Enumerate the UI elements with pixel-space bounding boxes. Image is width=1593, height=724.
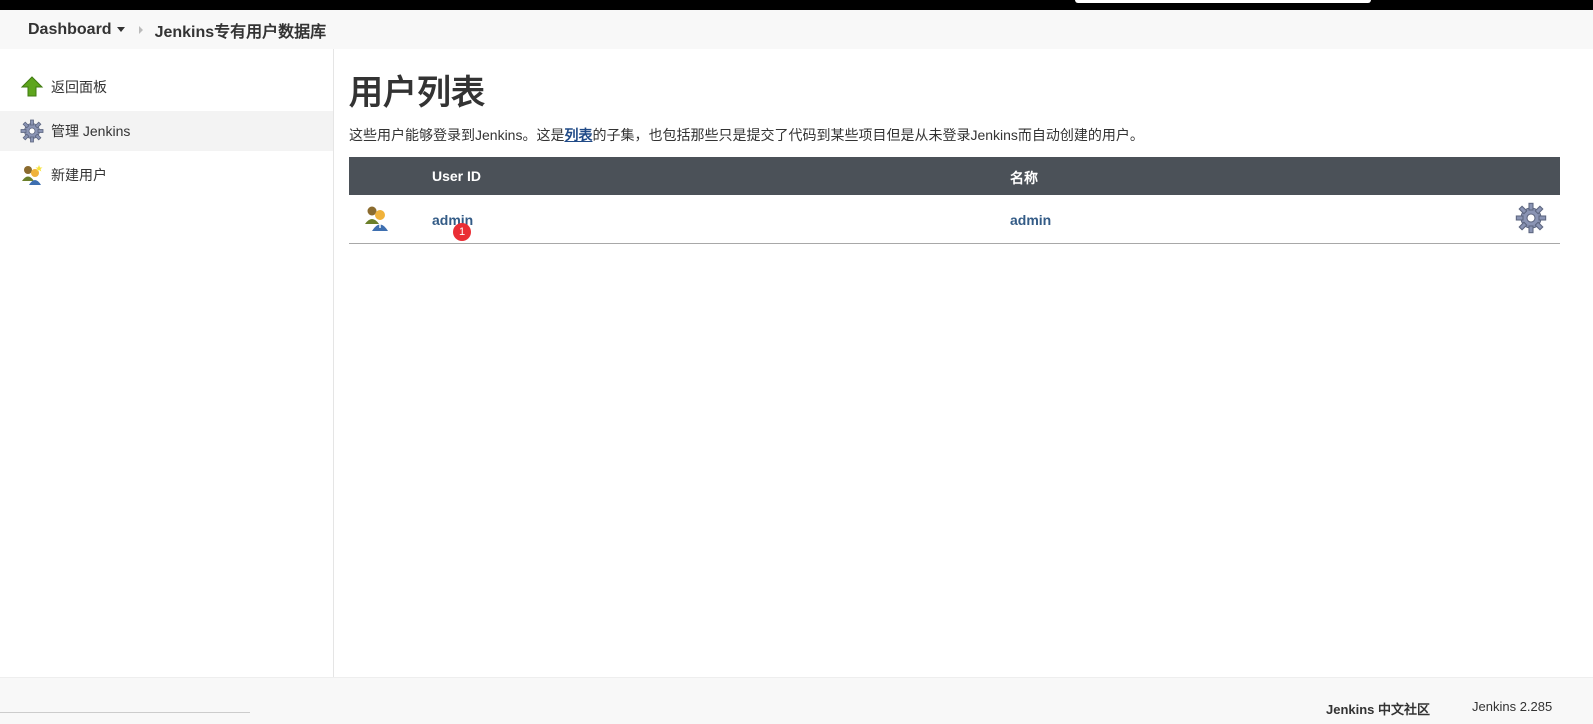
sidebar-item-label: 新建用户 xyxy=(51,167,107,183)
gear-icon xyxy=(20,119,44,143)
users-table-header: User ID 名称 xyxy=(349,157,1560,195)
new-user-icon xyxy=(22,165,43,185)
description-text-after: 的子集，也包括那些只是提交了代码到某些项目但是从未登录Jenkins而自动创建的… xyxy=(592,127,1144,143)
sidebar-item-label: 管理 Jenkins xyxy=(51,123,131,139)
caret-down-icon[interactable] xyxy=(116,27,125,32)
notification-badge: 1 xyxy=(453,223,471,241)
footer-version[interactable]: Jenkins 2.285 xyxy=(1472,699,1552,714)
sidebar: 返回面板 管理 Jenkins 新建用户 xyxy=(0,49,334,677)
breadcrumb-dashboard[interactable]: Dashboard xyxy=(28,21,125,39)
column-header-name[interactable]: 名称 xyxy=(1010,168,1038,188)
user-name-link[interactable]: admin xyxy=(1010,212,1051,228)
column-header-user-id[interactable]: User ID xyxy=(432,168,481,184)
user-icon xyxy=(365,206,388,231)
up-arrow-icon xyxy=(20,76,44,97)
sidebar-item-new-user[interactable]: 新建用户 xyxy=(0,155,333,195)
breadcrumb-dashboard-label: Dashboard xyxy=(28,20,112,38)
browser-top-bar xyxy=(0,0,1593,10)
footer-community-link[interactable]: Jenkins 中文社区 xyxy=(1326,699,1430,718)
table-row: admin 1 admin xyxy=(349,195,1560,244)
sidebar-item-back-to-dashboard[interactable]: 返回面板 xyxy=(0,67,333,107)
page-description: 这些用户能够登录到Jenkins。这是列表的子集，也包括那些只是提交了代码到某些… xyxy=(349,125,1144,145)
breadcrumb-current[interactable]: Jenkins专有用户数据库 xyxy=(155,18,327,42)
list-link[interactable]: 列表 xyxy=(564,127,592,143)
description-text-before: 这些用户能够登录到Jenkins。这是 xyxy=(349,127,565,143)
page-footer: Jenkins 中文社区 Jenkins 2.285 xyxy=(0,677,1593,724)
breadcrumb: Dashboard Jenkins专有用户数据库 xyxy=(0,10,1593,49)
search-box-edge[interactable] xyxy=(1075,0,1371,3)
page-title: 用户列表 xyxy=(349,74,485,112)
sidebar-item-manage-jenkins[interactable]: 管理 Jenkins xyxy=(0,111,333,151)
configure-gear-icon[interactable] xyxy=(1515,202,1547,234)
chevron-right-icon xyxy=(138,25,143,34)
sidebar-item-label: 返回面板 xyxy=(51,79,107,95)
horizontal-scrollbar[interactable] xyxy=(0,712,250,713)
